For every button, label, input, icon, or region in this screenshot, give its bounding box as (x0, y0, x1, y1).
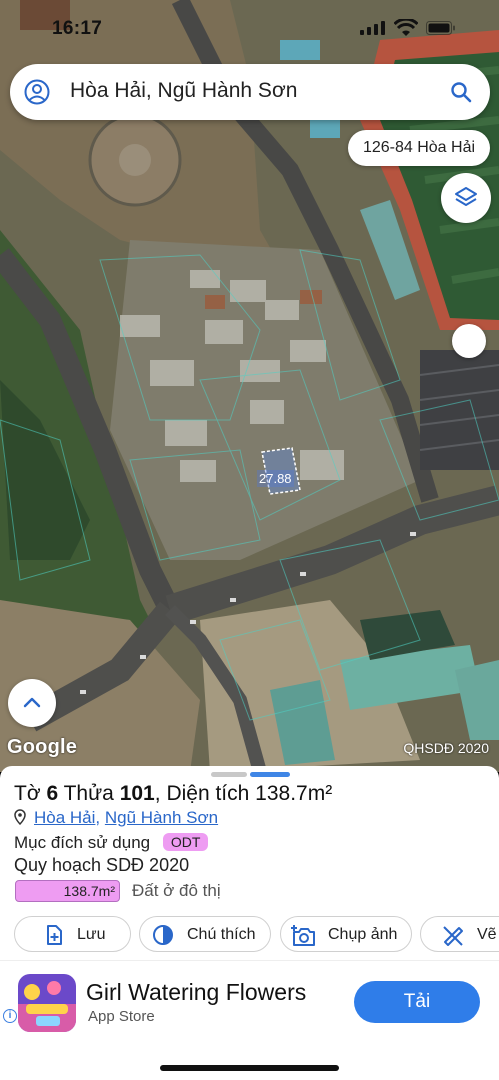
status-bar: 16:17 (0, 0, 499, 58)
district-link[interactable]: Ngũ Hành Sơn (105, 808, 218, 827)
chevron-up-icon (23, 697, 41, 708)
to-value: 6 (46, 782, 59, 805)
expand-button[interactable] (8, 679, 56, 727)
purpose-code-badge: ODT (162, 833, 209, 851)
google-logo: Google (7, 736, 78, 758)
plan-area-bar: 138.7m² (15, 880, 120, 902)
parcel-label[interactable]: 27.88 (257, 470, 294, 487)
contrast-icon (153, 925, 173, 945)
search-bar[interactable]: Hòa Hải, Ngũ Hành Sơn (10, 64, 490, 120)
layers-button[interactable] (441, 173, 491, 223)
parcel-info-sheet[interactable]: Tờ 6 Thửa 101, Diện tích 138.7m² Hòa Hải… (0, 766, 499, 960)
clock: 16:17 (52, 18, 103, 39)
to-label: Tờ (14, 782, 41, 805)
search-query[interactable]: Hòa Hải, Ngũ Hành Sơn (70, 79, 297, 103)
area-value: 138.7m² (255, 782, 333, 805)
ad-info-icon[interactable]: i (3, 1009, 17, 1023)
ad-title[interactable]: Girl Watering Flowers (86, 979, 306, 1006)
battery-icon (426, 21, 455, 35)
parcel-location: Hòa Hải, Ngũ Hành Sơn (14, 808, 218, 828)
location-pin-icon (14, 809, 26, 825)
wifi-icon (394, 19, 418, 36)
ad-subtitle: App Store (88, 1008, 155, 1025)
account-icon[interactable] (24, 79, 50, 105)
save-label: Lưu (77, 926, 106, 943)
legend-button[interactable]: Chú thích (139, 916, 271, 952)
sheet-handle[interactable] (211, 772, 247, 777)
draw-button[interactable]: Vẽ (420, 916, 499, 952)
ad-app-icon[interactable] (18, 974, 76, 1032)
satellite-map[interactable]: 16:17 Hòa Hải, Ngũ Hành Sơn 126-84 Hòa H… (0, 0, 499, 772)
overlay-source-label: QHSDĐ 2020 (403, 740, 489, 756)
search-icon[interactable] (450, 81, 472, 103)
camera-plus-icon (291, 925, 315, 946)
draw-label: Vẽ (477, 926, 497, 943)
save-button[interactable]: Lưu (14, 916, 131, 952)
ward-link[interactable]: Hòa Hải (34, 808, 95, 827)
sheet-handle-active[interactable] (250, 772, 290, 777)
install-button[interactable]: Tải (354, 981, 480, 1023)
plan-title: Quy hoạch SDĐ 2020 (14, 855, 190, 875)
game-icon (18, 974, 76, 1032)
parcel-title: Tờ 6 Thửa 101, Diện tích 138.7m² (14, 782, 333, 805)
add-document-icon (47, 925, 62, 945)
home-indicator[interactable] (160, 1065, 339, 1071)
cellular-signal-icon (360, 21, 385, 35)
plan-land-use: Đất ở đô thị (132, 881, 221, 900)
address-chip[interactable]: 126-84 Hòa Hải (348, 130, 490, 166)
home-indicator-area (0, 1042, 499, 1080)
legend-label: Chú thích (187, 926, 256, 943)
measure-icon (443, 926, 463, 946)
photo-button[interactable]: Chụp ảnh (280, 916, 412, 952)
area-label: Diện tích (166, 782, 250, 805)
thua-value: 101 (119, 782, 155, 805)
opacity-slider-knob[interactable] (452, 324, 486, 358)
purpose-label: Mục đích sử dụng (14, 833, 151, 852)
ad-banner[interactable]: i Girl Watering Flowers App Store Tải (0, 960, 499, 1042)
thua-label: Thửa (63, 782, 114, 805)
layers-icon (455, 187, 477, 206)
photo-label: Chụp ảnh (328, 926, 398, 943)
land-purpose-row: Mục đích sử dụng ODT (14, 833, 209, 853)
